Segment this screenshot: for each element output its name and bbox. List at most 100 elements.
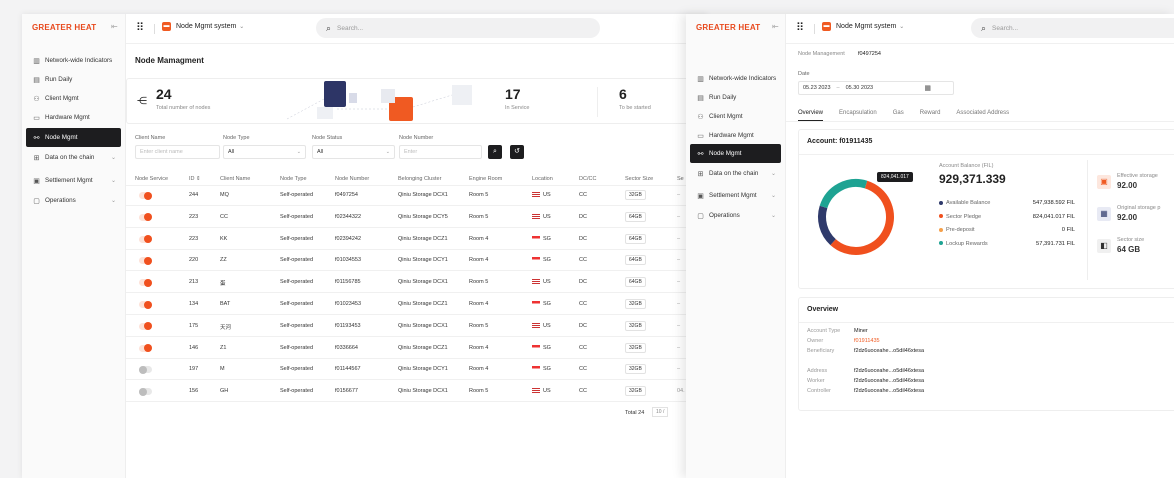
sidebar-item-label: Network-wide Indicators [709, 75, 777, 82]
search-input[interactable]: ⌕ Search... [971, 18, 1174, 38]
location-text: US [543, 213, 551, 220]
sidebar-item-label: Hardware Mgmt [45, 114, 90, 121]
sidebar-item-hardware-mgmt[interactable]: ▭ Hardware Mgmt [26, 108, 121, 127]
location-text: SG [543, 301, 551, 307]
sidebar: GREATER HEAT ⇤ ▥ Network-wide Indicators … [22, 14, 126, 478]
cluster-cell: Qiniu Storage DCZ1 [398, 301, 448, 307]
sidebar-item-hardware-mgmt[interactable]: ▭ Hardware Mgmt [690, 126, 781, 145]
column-header[interactable]: ID ⇕ [189, 176, 201, 182]
search-icon: ⌕ [326, 22, 332, 33]
tab-encapsulation[interactable]: Encapsulation [839, 110, 877, 121]
overview-key: Controller [807, 388, 831, 394]
search-icon: ⌕ [981, 22, 987, 33]
type-cell: Self-operated [280, 257, 314, 264]
chevron-down-icon: ⌄ [110, 198, 116, 204]
system-name: Node Mgmt system [176, 23, 237, 30]
divider [126, 292, 707, 294]
node-service-toggle[interactable] [139, 387, 152, 396]
chevron-down-icon: ⌄ [385, 149, 390, 155]
sector-size-badge: 32GB [625, 386, 646, 397]
detail-tabs: Overview Encapsulation Gas Reward Associ… [798, 110, 1025, 121]
location-text: US [543, 388, 551, 395]
tab-gas[interactable]: Gas [893, 110, 904, 121]
type-cell: Self-operated [280, 366, 314, 373]
node-type-select[interactable]: All ⌄ [223, 145, 306, 159]
divider [597, 87, 598, 117]
top-bar: ⠿ ▬ Node Mgmt system ⌄ ⌕ Search... [126, 14, 707, 44]
location-text: US [543, 279, 551, 286]
node-service-toggle[interactable] [139, 256, 152, 265]
toggle-knob [139, 387, 147, 396]
id-cell: 223 [189, 213, 199, 220]
sidebar-item-label: Network-wide Indicators [45, 57, 113, 64]
sidebar-item-label: Client Mgmt [45, 95, 79, 102]
node-service-toggle[interactable] [139, 278, 152, 287]
node-service-toggle[interactable] [139, 365, 152, 374]
divider [126, 185, 707, 186]
location-cell: US [532, 214, 551, 220]
sidebar-item-network-wide-indicators[interactable]: ▥ Network-wide Indicators [26, 51, 121, 70]
sidebar-item-operations[interactable]: ▢ Operations ⌄ [26, 191, 121, 210]
id-cell: 197 [189, 366, 199, 373]
toggle-knob [144, 278, 152, 287]
sidebar-item-run-daily[interactable]: ▤ Run Daily [690, 88, 781, 107]
node-status-select[interactable]: All ⌄ [312, 145, 395, 159]
balance-value: 929,371.339 [939, 172, 1006, 186]
node-number-input[interactable]: Enter [399, 145, 482, 159]
sidebar-item-settlement-mgmt[interactable]: ▣ Settlement Mgmt ⌄ [26, 171, 121, 190]
sidebar-item-client-mgmt[interactable]: ⚇ Client Mgmt [26, 89, 121, 108]
donut-slice-lockup-rewards[interactable] [819, 179, 868, 209]
system-selector[interactable]: ▬ Node Mgmt system ⌄ [822, 22, 904, 31]
collapse-sidebar-icon[interactable]: ⇤ [111, 22, 118, 31]
search-input[interactable]: ⌕ Search... [316, 18, 600, 38]
node-service-toggle[interactable] [139, 344, 152, 353]
room-cell: Room 5 [469, 279, 489, 286]
node-service-toggle[interactable] [139, 235, 152, 244]
app-grid-icon[interactable]: ⠿ [796, 23, 804, 34]
reset-button[interactable]: ↺ [510, 145, 524, 159]
sidebar-item-operations[interactable]: ▢ Operations ⌄ [690, 206, 781, 225]
extra-cell: – [677, 366, 681, 373]
tab-associated-address[interactable]: Associated Address [956, 110, 1009, 121]
node-service-toggle[interactable] [139, 322, 152, 331]
tab-reward[interactable]: Reward [920, 110, 941, 121]
sidebar-item-node-mgmt[interactable]: ⚯ Node Mgmt [690, 144, 781, 163]
node-service-toggle[interactable] [139, 191, 152, 200]
donut-slice-available-balance[interactable] [818, 205, 836, 246]
breadcrumb-section[interactable]: Node Management [798, 51, 845, 57]
overview-value: f2dz6uoceahe...o5dil46xtesa [854, 368, 925, 374]
bar-chart-icon: ▥ [33, 57, 40, 65]
id-cell: 146 [189, 344, 199, 351]
donut-slice-sector-pledge[interactable] [830, 180, 894, 255]
sidebar-item-label: Node Mgmt [709, 150, 742, 157]
room-cell: Room 4 [469, 257, 489, 264]
sidebar-item-data-on-the-chain[interactable]: ⊞ Data on the chain ⌄ [690, 164, 781, 183]
page-size-select[interactable]: 10 / [652, 407, 669, 417]
room-cell: Room 5 [469, 388, 489, 395]
app-grid-icon[interactable]: ⠿ [136, 23, 144, 34]
id-cell: 175 [189, 322, 199, 329]
sidebar-item-settlement-mgmt[interactable]: ▣ Settlement Mgmt ⌄ [690, 186, 781, 205]
legend-label: Lockup Rewards [946, 240, 988, 247]
client-name-input[interactable]: Enter client name [135, 145, 220, 159]
overview-value[interactable]: f01911435 [854, 338, 880, 344]
client-cell: CC [220, 213, 228, 220]
sidebar-item-node-mgmt[interactable]: ⚯ Node Mgmt [26, 128, 121, 147]
system-selector[interactable]: ▬ Node Mgmt system ⌄ [162, 22, 244, 31]
extra-cell: – [677, 213, 681, 220]
node-service-toggle[interactable] [139, 213, 152, 222]
node-service-toggle[interactable] [139, 300, 152, 309]
calendar-icon: ▦ [924, 85, 931, 92]
sidebar-item-data-on-the-chain[interactable]: ⊞ Data on the chain ⌄ [26, 148, 121, 167]
date-range-picker[interactable]: 05.23 2023 – 05.30 2023 ▦ [798, 81, 954, 95]
collapse-sidebar-icon[interactable]: ⇤ [772, 22, 779, 31]
tab-overview[interactable]: Overview [798, 110, 824, 121]
sidebar-item-run-daily[interactable]: ▤ Run Daily [26, 70, 121, 89]
sidebar-item-network-wide-indicators[interactable]: ▥ Network-wide Indicators [690, 69, 781, 88]
operations-icon: ▢ [697, 212, 704, 220]
client-cell: Z1 [220, 344, 227, 351]
sidebar-item-client-mgmt[interactable]: ⚇ Client Mgmt [690, 107, 781, 126]
legend-label: Sector Pledge [946, 213, 982, 220]
node-network-icon: ⋲ [137, 96, 147, 107]
search-button[interactable]: ⌕ [488, 145, 502, 159]
